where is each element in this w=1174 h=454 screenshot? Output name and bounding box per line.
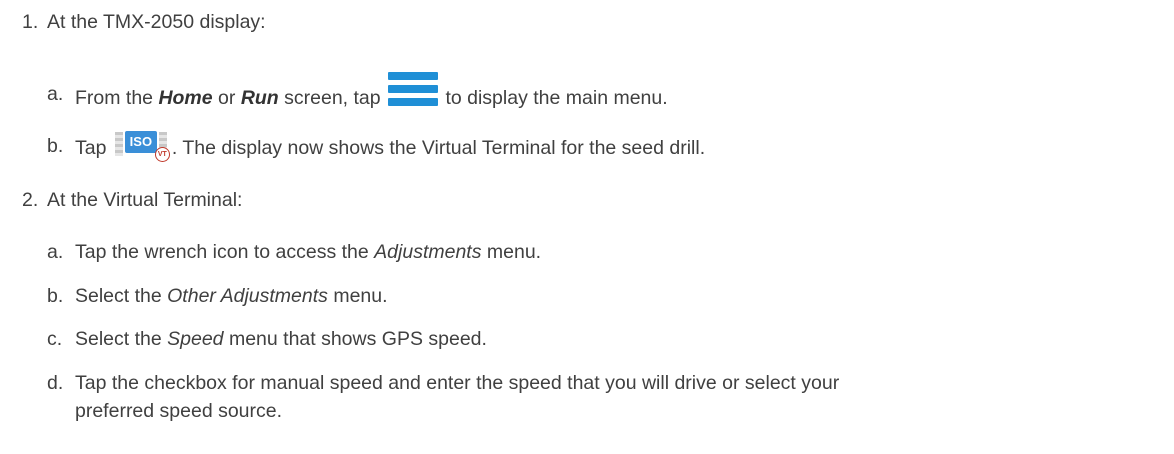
substep-text: Tap ISO VT. The display now shows the Vir… [75,131,706,164]
substep-text-pre: Tap [75,137,112,160]
adjustments-menu-label: Adjustments [374,241,482,263]
step-number: 2. [22,189,39,211]
substep-text-pre: Select the [75,328,168,350]
substep-letter: c. [47,328,63,350]
substep-text-or: or [212,87,241,110]
substep-text-pre: From the [75,87,159,110]
substep-letter: a. [47,241,64,263]
substep-letter: a. [47,83,64,105]
substep-letter: b. [47,285,64,307]
substep-letter: b. [47,135,64,157]
substep-text: Tap the wrench icon to access the Adjust… [75,240,541,264]
substep-text-post: menu. [481,241,542,263]
substep-text-line-2: preferred speed source. [75,400,283,422]
substep-text-pre: Tap the wrench icon to access the [75,241,375,263]
step-text: At the Virtual Terminal: [47,189,243,211]
substep-text-line-1: Tap the checkbox for manual speed and en… [75,372,840,394]
step-text: At the TMX-2050 display: [47,11,266,33]
substep-letter: d. [47,372,64,394]
instruction-document: 1. At the TMX-2050 display: a. From the … [0,0,1174,454]
step-number: 1. [22,11,39,33]
substep-text: From the Home or Run screen, tap to disp… [75,72,668,116]
substep-text: Select the Speed menu that shows GPS spe… [75,327,487,351]
other-adjustments-menu-label: Other Adjustments [167,285,328,307]
speed-menu-label: Speed [167,328,224,350]
substep-text-post: . The display now shows the Virtual Term… [171,137,706,160]
home-screen-label: Home [158,87,213,110]
iso-vt-icon: ISO VT [113,130,171,162]
substep-text-mid: screen, tap [278,87,387,110]
substep-text-pre: Select the [75,285,168,307]
iso-icon-label: ISO [124,131,157,153]
run-screen-label: Run [240,87,279,110]
substep-text-post: menu that shows GPS speed. [223,328,487,350]
substep-text-post: menu. [327,285,388,307]
main-menu-icon [388,72,439,106]
substep-text: Select the Other Adjustments menu. [75,284,388,308]
vt-badge: VT [154,147,170,162]
substep-text-post: to display the main menu. [440,87,668,110]
